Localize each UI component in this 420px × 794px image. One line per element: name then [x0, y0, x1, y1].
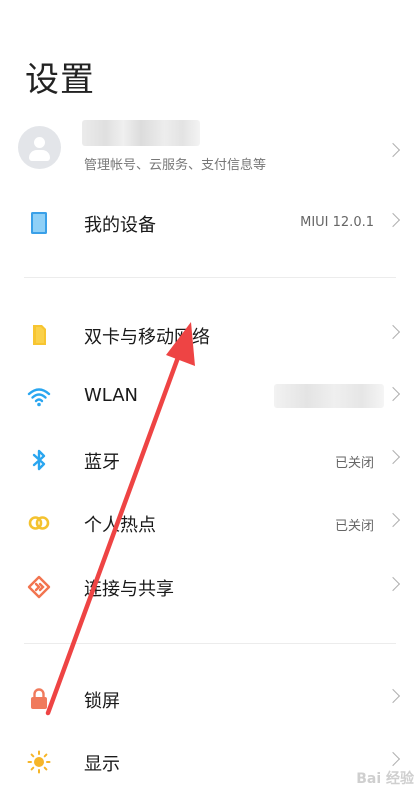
- bluetooth-status: 已关闭: [334, 456, 374, 471]
- chevron-right-icon: [385, 142, 401, 158]
- wlan-network-blurred: [274, 384, 384, 408]
- miui-version: MIUI 12.0.1: [300, 215, 374, 230]
- hotspot-icon: [28, 516, 50, 530]
- connection-share-label: 连接与共享: [84, 579, 174, 600]
- lock-screen-label: 锁屏: [84, 691, 120, 712]
- share-icon: [27, 575, 51, 599]
- hotspot-status: 已关闭: [334, 519, 374, 534]
- chevron-right-icon: [385, 688, 401, 704]
- chevron-right-icon: [385, 386, 401, 402]
- hotspot-row[interactable]: 个人热点 已关闭: [0, 498, 420, 548]
- bluetooth-icon: [32, 449, 46, 471]
- chevron-right-icon: [385, 212, 401, 228]
- bluetooth-row[interactable]: 蓝牙 已关闭: [0, 435, 420, 485]
- avatar: [18, 126, 61, 169]
- watermark: Bai 经验: [356, 771, 414, 787]
- account-row[interactable]: 管理帐号、云服务、支付信息等: [0, 118, 420, 182]
- divider: [24, 643, 396, 644]
- display-label: 显示: [84, 754, 120, 775]
- wlan-label: WLAN: [84, 385, 139, 406]
- account-name-blurred: [82, 120, 200, 146]
- chevron-right-icon: [385, 751, 401, 767]
- lock-icon: [31, 688, 47, 709]
- chevron-right-icon: [385, 324, 401, 340]
- sim-network-label: 双卡与移动网络: [84, 327, 210, 348]
- divider: [24, 277, 396, 278]
- chevron-right-icon: [385, 576, 401, 592]
- wifi-icon: [27, 388, 51, 407]
- page-title: 设置: [25, 60, 95, 100]
- my-device-row[interactable]: 我的设备 MIUI 12.0.1: [0, 198, 420, 248]
- lock-screen-row[interactable]: 锁屏: [0, 674, 420, 724]
- wlan-row[interactable]: WLAN: [0, 372, 420, 422]
- my-device-label: 我的设备: [84, 215, 156, 236]
- connection-share-row[interactable]: 连接与共享: [0, 562, 420, 612]
- bluetooth-label: 蓝牙: [84, 452, 120, 473]
- hotspot-label: 个人热点: [84, 515, 156, 536]
- sun-icon: [27, 750, 51, 774]
- chevron-right-icon: [385, 449, 401, 465]
- chevron-right-icon: [385, 512, 401, 528]
- device-icon: [31, 212, 47, 234]
- sim-network-row[interactable]: 双卡与移动网络: [0, 310, 420, 360]
- sim-card-icon: [33, 325, 46, 345]
- account-subtitle: 管理帐号、云服务、支付信息等: [84, 158, 267, 173]
